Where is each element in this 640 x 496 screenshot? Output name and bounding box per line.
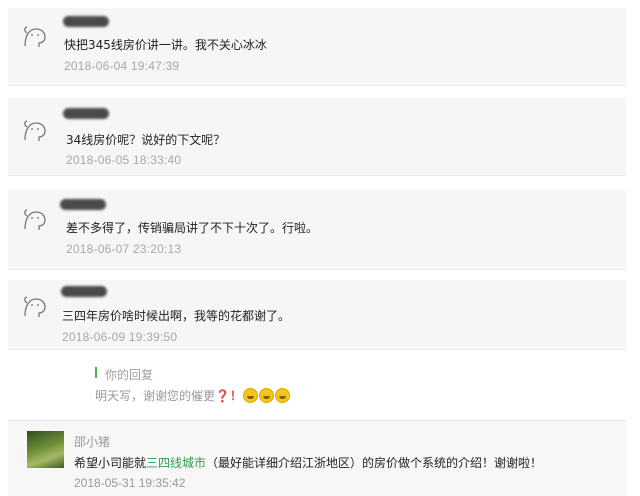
comment-time: 2018-05-31 19:35:42 [74, 476, 186, 490]
comment-time: 2018-06-05 18:33:40 [66, 153, 182, 167]
comment-text: 希望小司能就三四线城市（最好能详细介绍江浙地区）的房价做个系统的介绍！谢谢啦！ [74, 454, 542, 471]
comment-card: 快把345线房价讲一讲。我不关心冰冰 2018-06-04 19:47:39 [8, 8, 626, 86]
reply-label: 你的回复 [105, 368, 154, 382]
comment-time: 2018-06-07 23:20:13 [66, 242, 182, 256]
blurred-username [60, 199, 106, 210]
comment-text: 快把345线房价讲一讲。我不关心冰冰 [64, 38, 267, 52]
reply-accent-bar [95, 367, 97, 378]
comment-text-after: （最好能详细介绍江浙地区）的房价做个系统的介绍！谢谢啦！ [206, 456, 543, 470]
comment-text: 34线房价呢？说好的下文呢？ [66, 133, 226, 147]
blurred-username [63, 108, 109, 119]
default-avatar-icon [24, 296, 46, 317]
laughing-emoji-icon [274, 388, 290, 403]
comment-time: 2018-06-04 19:47:39 [64, 59, 180, 73]
laughing-emoji-icon [258, 388, 274, 403]
comment-text: 差不多得了，传销骗局讲了不下十次了。行啦。 [66, 221, 319, 235]
avatar [21, 24, 49, 50]
avatar [21, 207, 49, 233]
keyword-link[interactable]: 三四线城市 [146, 456, 206, 470]
avatar [21, 294, 49, 320]
comment-time: 2018-06-09 19:39:50 [62, 330, 178, 344]
author-reply: 你的回复 明天写，谢谢您的催更❓！ [38, 356, 620, 412]
avatar [27, 431, 64, 468]
reply-message: 明天写，谢谢您的催更 [95, 389, 216, 403]
default-avatar-icon [24, 26, 46, 47]
blurred-username [61, 286, 107, 297]
default-avatar-icon [24, 209, 46, 230]
comment-card: 34线房价呢？说好的下文呢？ 2018-06-05 18:33:40 [8, 98, 626, 176]
comment-card: 差不多得了，传销骗局讲了不下十次了。行啦。 2018-06-07 23:20:1… [8, 190, 626, 270]
avatar [21, 118, 49, 144]
laughing-emoji-icon [242, 388, 258, 403]
comment-text-before: 希望小司能就 [74, 456, 147, 470]
username: 邵小猪 [74, 435, 111, 449]
reply-text: 明天写，谢谢您的催更❓！ [95, 387, 290, 404]
comment-card: 邵小猪 希望小司能就三四线城市（最好能详细介绍江浙地区）的房价做个系统的介绍！谢… [8, 420, 626, 496]
blurred-username [63, 16, 109, 27]
comment-card: 三四年房价啥时候出啊，我等的花都谢了。 2018-06-09 19:39:50 [8, 280, 626, 350]
comment-text: 三四年房价啥时候出啊，我等的花都谢了。 [62, 309, 291, 323]
reply-punctuation: ❓！ [215, 389, 242, 403]
default-avatar-icon [24, 120, 46, 141]
